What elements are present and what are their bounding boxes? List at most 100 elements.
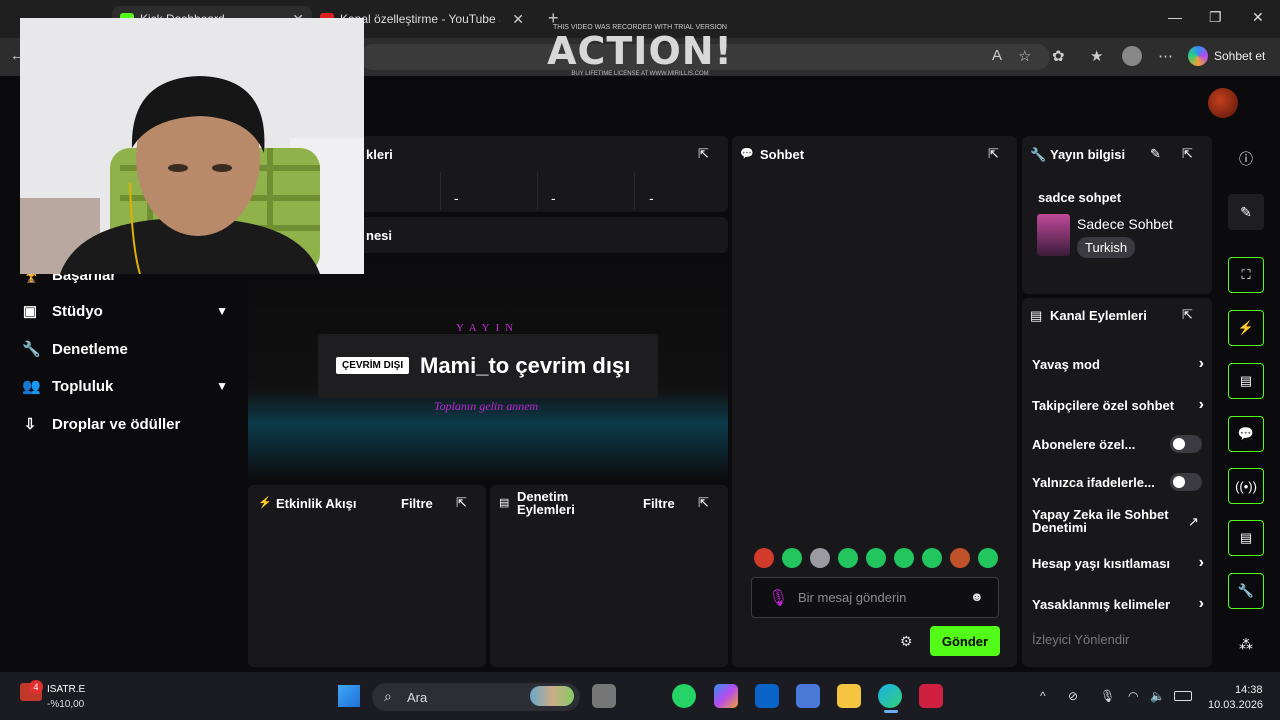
- screenshot-icon[interactable]: ⛶: [1228, 257, 1264, 293]
- chat-title: Sohbet: [760, 147, 805, 162]
- community-icon: 👥: [22, 378, 41, 395]
- nav-item-studio[interactable]: ▣ Stüdyo ▼: [22, 302, 228, 321]
- slow-mode-row[interactable]: Yavaş mod ›: [1032, 355, 1204, 372]
- edit-pencil-icon[interactable]: ✎: [1228, 194, 1264, 230]
- stock-change: -%10,00: [47, 699, 85, 710]
- nav-label: Denetleme: [52, 340, 128, 358]
- bolt-icon[interactable]: ⚡: [1228, 310, 1264, 346]
- read-aloud-icon[interactable]: A: [992, 47, 1002, 64]
- offline-badge: ÇEVRİM DIŞI: [336, 357, 410, 374]
- emoji-icon[interactable]: ☻: [970, 589, 984, 604]
- chevron-down-icon[interactable]: ▼: [216, 379, 228, 393]
- action-label: Abonelere özel...: [1032, 437, 1136, 452]
- chevron-down-icon[interactable]: ▼: [216, 304, 228, 318]
- info-icon[interactable]: ⓘ: [1228, 141, 1264, 177]
- network-off-icon[interactable]: ⊘: [1068, 689, 1078, 703]
- channel-actions-icon[interactable]: ▤: [1228, 520, 1264, 556]
- emote-icon[interactable]: [978, 548, 998, 568]
- popout-icon[interactable]: ⇱: [698, 146, 709, 162]
- emote-icon[interactable]: [754, 548, 774, 568]
- channel-actions-title: Kanal Eylemleri: [1050, 308, 1147, 323]
- popout-icon[interactable]: ⇱: [1182, 307, 1193, 323]
- emote-icon[interactable]: [810, 548, 830, 568]
- chevron-up-icon[interactable]: ^: [1040, 689, 1046, 703]
- activity-feed-panel: [248, 485, 486, 667]
- close-window-icon[interactable]: ✕: [1252, 9, 1264, 26]
- wrench-icon[interactable]: 🔧: [1228, 573, 1264, 609]
- popout-icon[interactable]: ⇱: [1182, 146, 1193, 162]
- favorites-icon[interactable]: ★: [1090, 47, 1103, 65]
- nav-item-moderation[interactable]: 🔧 Denetleme: [22, 340, 228, 359]
- action-label: Yalnızca ifadelerle...: [1032, 475, 1155, 490]
- edit-pencil-icon[interactable]: ✎: [1150, 146, 1161, 162]
- stock-name: ISATR.E: [47, 684, 86, 695]
- extensions-icon[interactable]: ✿: [1052, 47, 1065, 65]
- chat-icon: 💬: [740, 148, 754, 160]
- followers-only-row[interactable]: Takipçilere özel sohbet ›: [1032, 396, 1204, 413]
- clock-time: 14:38: [1235, 684, 1263, 696]
- emotes-only-toggle[interactable]: [1170, 473, 1202, 491]
- list-icon: ▤: [499, 497, 510, 509]
- emote-icon[interactable]: [782, 548, 802, 568]
- action-label: Yavaş mod: [1032, 357, 1100, 372]
- emote-icon[interactable]: [838, 548, 858, 568]
- tab-title: Kanal özelleştirme - YouTube Studio: [340, 12, 500, 26]
- moderation-filter-button[interactable]: Filtre: [643, 496, 675, 511]
- popout-icon[interactable]: ⇱: [988, 146, 999, 162]
- stream-title: sadce sohpet: [1038, 190, 1122, 205]
- nav-item-drops[interactable]: ⇩ Droplar ve ödüller: [22, 415, 228, 434]
- recorder-app-icon[interactable]: [919, 684, 943, 708]
- chevron-right-icon: ›: [1198, 396, 1204, 413]
- emote-icon[interactable]: [950, 548, 970, 568]
- send-button[interactable]: Gönder: [930, 626, 1000, 656]
- subscribers-only-toggle[interactable]: [1170, 435, 1202, 453]
- whatsapp-icon[interactable]: [672, 684, 696, 708]
- account-age-row[interactable]: Hesap yaşı kısıtlaması ›: [1032, 554, 1204, 571]
- user-avatar[interactable]: [1208, 88, 1238, 118]
- nav-item-community[interactable]: 👥 Topluluk ▼: [22, 377, 228, 396]
- notes-icon[interactable]: ▤: [1228, 363, 1264, 399]
- file-explorer-icon[interactable]: [837, 684, 861, 708]
- nav-label: Droplar ve ödüller: [52, 415, 181, 433]
- restore-icon[interactable]: ❐: [1209, 9, 1222, 26]
- edge-icon[interactable]: [878, 684, 902, 708]
- microphone-icon[interactable]: 🎙: [768, 588, 788, 608]
- emote-icon[interactable]: [894, 548, 914, 568]
- wifi-icon[interactable]: ◠: [1128, 689, 1138, 703]
- viewer-redirect-row[interactable]: İzleyici Yönlendir: [1032, 632, 1204, 647]
- task-view-icon[interactable]: [592, 684, 616, 708]
- copilot-app-icon[interactable]: [714, 684, 738, 708]
- battery-icon[interactable]: [1174, 691, 1192, 701]
- store-icon[interactable]: [796, 684, 820, 708]
- stat-value: -: [649, 190, 654, 206]
- stream-info-title: Yayın bilgisi: [1050, 147, 1126, 162]
- banned-words-row[interactable]: Yasaklanmış kelimeler ›: [1032, 595, 1204, 612]
- volume-icon[interactable]: 🔈: [1150, 689, 1165, 703]
- chat-icon[interactable]: 💬: [1228, 416, 1264, 452]
- outlook-icon[interactable]: [755, 684, 779, 708]
- copilot-icon: [1188, 46, 1208, 66]
- notification-badge: 4: [29, 680, 43, 694]
- favorite-star-icon[interactable]: ☆: [1018, 47, 1031, 65]
- broadcast-icon[interactable]: ((•)): [1228, 468, 1264, 504]
- external-link-icon[interactable]: ↗: [1188, 514, 1199, 530]
- profile-icon[interactable]: [1122, 46, 1142, 66]
- activity-filter-button[interactable]: Filtre: [401, 496, 433, 511]
- popout-icon[interactable]: ⇱: [698, 495, 709, 511]
- apps-icon[interactable]: ⁂: [1228, 626, 1264, 662]
- copilot-button[interactable]: Sohbet et: [1188, 46, 1265, 66]
- player-overlay-subtitle: Toplanın gelin annem: [434, 399, 539, 413]
- emote-icon[interactable]: [922, 548, 942, 568]
- windows-taskbar: [0, 672, 1280, 720]
- emote-icon[interactable]: [866, 548, 886, 568]
- minimize-icon[interactable]: —: [1168, 9, 1182, 25]
- recorder-watermark: THIS VIDEO WAS RECORDED WITH TRIAL VERSI…: [540, 24, 740, 77]
- gear-icon[interactable]: ⚙: [900, 633, 913, 650]
- ai-moderation-row[interactable]: Yapay Zeka ile Sohbet Denetimi: [1032, 508, 1182, 534]
- close-tab-icon[interactable]: ✕: [512, 11, 524, 28]
- microphone-tray-icon[interactable]: 🎙: [1100, 689, 1115, 703]
- toggle-knob: [1173, 476, 1185, 488]
- popout-icon[interactable]: ⇱: [456, 495, 467, 511]
- more-menu-icon[interactable]: ⋯: [1158, 47, 1173, 65]
- windows-start-icon[interactable]: [338, 685, 360, 707]
